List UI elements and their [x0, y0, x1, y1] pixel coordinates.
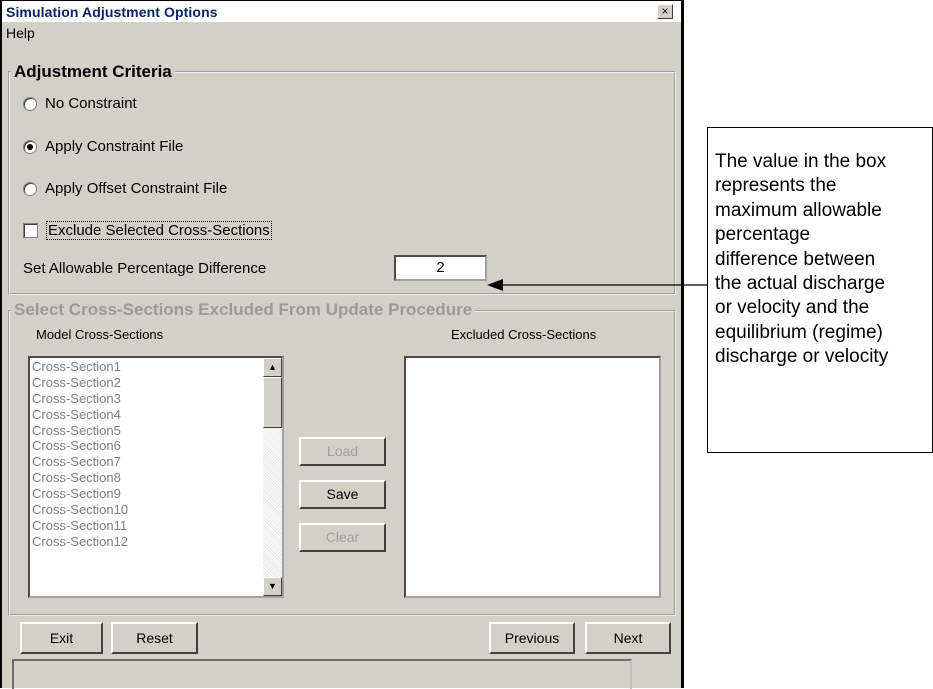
excluded-cross-sections-list[interactable]	[404, 356, 661, 598]
scroll-down-button[interactable]: ▼	[263, 577, 282, 596]
model-cross-sections-list[interactable]: Cross-Section1 Cross-Section2 Cross-Sectio…	[28, 356, 284, 598]
exit-button[interactable]: Exit	[20, 622, 103, 654]
simulation-adjustment-window: Simulation Adjustment Options × Help Adj…	[0, 0, 684, 689]
exclude-selected-label: Exclude Selected Cross-Sections	[46, 221, 272, 240]
list-item[interactable]: Cross-Section2	[30, 375, 264, 391]
excluded-cross-sections-header: Excluded Cross-Sections	[451, 327, 597, 342]
list-item[interactable]: Cross-Section12	[30, 534, 264, 550]
exclude-selected-checkbox-row[interactable]: Exclude Selected Cross-Sections	[23, 221, 272, 240]
radio-no-constraint[interactable]	[23, 96, 37, 111]
adjustment-criteria-legend: Adjustment Criteria	[11, 62, 175, 82]
clear-button[interactable]: Clear	[299, 523, 386, 552]
option-apply-offset-constraint-file[interactable]: Apply Offset Constraint File	[23, 180, 227, 197]
option-no-constraint[interactable]: No Constraint	[23, 95, 137, 112]
model-list-scrollbar[interactable]: ▲ ▼	[263, 358, 282, 596]
list-item[interactable]: Cross-Section1	[30, 359, 264, 375]
arrow-up-icon: ▲	[268, 362, 277, 372]
scroll-thumb[interactable]	[263, 377, 282, 428]
next-button[interactable]: Next	[585, 622, 671, 654]
radio-apply-constraint-file[interactable]	[23, 139, 37, 154]
title-bar: Simulation Adjustment Options ×	[2, 1, 681, 22]
load-button[interactable]: Load	[299, 437, 386, 466]
scroll-up-button[interactable]: ▲	[263, 358, 282, 377]
radio-apply-offset-constraint-file[interactable]	[23, 181, 37, 196]
close-icon: ×	[661, 4, 669, 18]
status-panel	[12, 659, 632, 689]
close-button[interactable]: ×	[657, 4, 673, 19]
list-item[interactable]: Cross-Section9	[30, 486, 264, 502]
list-item[interactable]: Cross-Section6	[30, 438, 264, 454]
option-apply-constraint-file[interactable]: Apply Constraint File	[23, 138, 183, 155]
list-item[interactable]: Cross-Section3	[30, 391, 264, 407]
list-item[interactable]: Cross-Section8	[30, 470, 264, 486]
annotation-callout: The value in the box represents the maxi…	[707, 127, 933, 453]
cross-sections-legend: Select Cross-Sections Excluded From Upda…	[11, 300, 476, 320]
previous-button[interactable]: Previous	[489, 622, 575, 654]
model-cross-sections-header: Model Cross-Sections	[36, 327, 164, 342]
menu-help[interactable]: Help	[6, 25, 35, 41]
exclude-selected-checkbox[interactable]	[23, 223, 38, 238]
menu-bar: Help	[6, 25, 35, 41]
list-item[interactable]: Cross-Section10	[30, 502, 264, 518]
percentage-difference-input[interactable]: 2	[394, 255, 487, 281]
window-title: Simulation Adjustment Options	[6, 4, 218, 20]
option-apply-constraint-file-label: Apply Constraint File	[45, 138, 184, 155]
list-item[interactable]: Cross-Section7	[30, 454, 264, 470]
model-list-items: Cross-Section1 Cross-Section2 Cross-Sectio…	[30, 359, 264, 550]
radio-selected-dot	[27, 143, 33, 150]
list-item[interactable]: Cross-Section4	[30, 407, 264, 423]
arrow-down-icon: ▼	[268, 581, 277, 591]
list-item[interactable]: Cross-Section11	[30, 518, 264, 534]
percentage-label-row: Set Allowable Percentage Difference	[23, 260, 266, 277]
percentage-label: Set Allowable Percentage Difference	[23, 260, 267, 277]
option-no-constraint-label: No Constraint	[45, 95, 137, 112]
reset-button[interactable]: Reset	[111, 622, 198, 654]
list-item[interactable]: Cross-Section5	[30, 423, 264, 439]
option-apply-offset-constraint-file-label: Apply Offset Constraint File	[45, 180, 228, 197]
save-button[interactable]: Save	[299, 480, 386, 509]
